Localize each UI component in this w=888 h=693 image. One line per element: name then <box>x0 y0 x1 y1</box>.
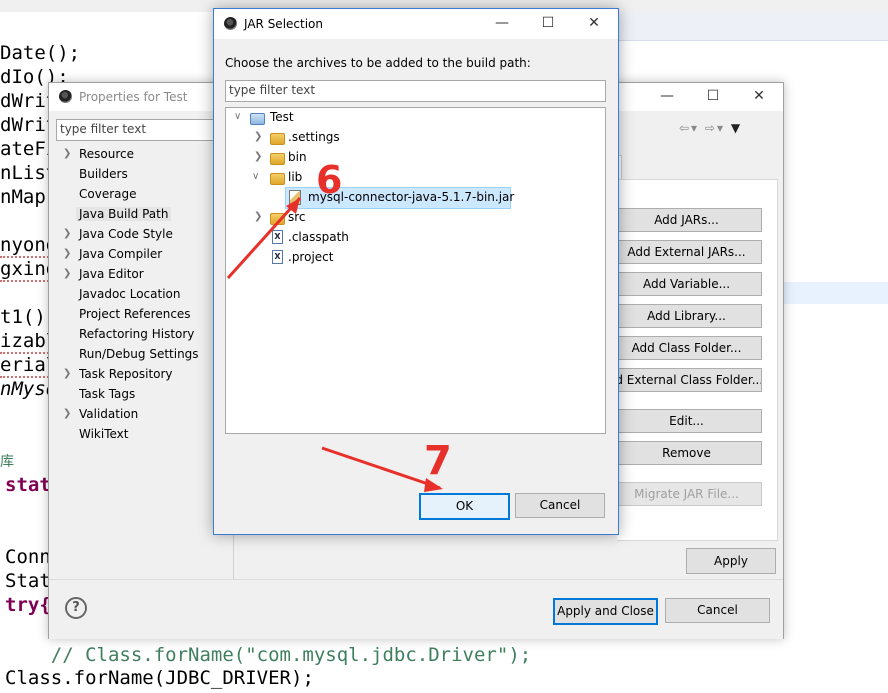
history-nav: ⇦▾ ⇨▾ ▼ <box>679 121 742 135</box>
chevron-right-icon[interactable]: ❯ <box>254 211 262 222</box>
tree-node-jar[interactable]: mysql-connector-java-5.1.7-bin.jar <box>285 187 514 209</box>
tree-node-label: lib <box>288 170 303 184</box>
maximize-icon[interactable]: ☐ <box>690 83 736 111</box>
filter-placeholder: type filter text <box>60 122 147 136</box>
minimize-icon[interactable]: — <box>644 83 690 111</box>
chevron-right-icon[interactable]: ❯ <box>63 268 71 279</box>
cancel-button[interactable]: Cancel <box>665 598 770 623</box>
apply-button[interactable]: Apply <box>686 548 776 574</box>
chevron-right-icon[interactable]: ❯ <box>63 368 71 379</box>
code-token: ); <box>291 667 314 689</box>
close-icon[interactable]: ✕ <box>571 10 617 38</box>
tree-item-label: Java Build Path <box>76 207 172 221</box>
chevron-right-icon[interactable]: ❯ <box>63 148 71 159</box>
folder-icon <box>270 133 285 145</box>
jar-selection-dialog: JAR Selection — ☐ ✕ Choose the archives … <box>213 8 619 535</box>
add-external-jars-button[interactable]: Add External JARs... <box>611 240 762 264</box>
remove-button[interactable]: Remove <box>611 441 762 465</box>
tree-node-label: Test <box>270 110 294 124</box>
xml-file-icon: X <box>272 250 283 264</box>
code-line: Date(); <box>0 42 81 64</box>
chevron-down-icon[interactable]: ∨ <box>234 111 241 122</box>
code-line: Conn <box>5 546 51 568</box>
tree-item-label: Run/Debug Settings <box>79 347 199 361</box>
code-token: forName <box>73 667 154 689</box>
chevron-right-icon[interactable]: ❯ <box>254 131 262 142</box>
tree-item-label: Task Repository <box>79 367 173 381</box>
chevron-down-icon[interactable]: ∨ <box>252 171 259 182</box>
add-variable-button[interactable]: Add Variable... <box>611 272 762 296</box>
tree-item-label: Java Compiler <box>79 247 163 261</box>
eclipse-icon <box>224 17 237 30</box>
ok-button[interactable]: OK <box>419 493 510 520</box>
apply-and-close-button[interactable]: Apply and Close <box>553 598 658 625</box>
tree-item-label: Resource <box>79 147 135 161</box>
jar-tree[interactable]: ∨ Test ❯ .settings ❯ bin ∨ lib mysql-con… <box>225 107 606 434</box>
tree-item-label: Javadoc Location <box>79 287 181 301</box>
folder-icon <box>270 173 285 185</box>
tree-node-label: .classpath <box>288 230 349 244</box>
code-comment-cjk: 库 <box>0 454 14 470</box>
tree-item-label: Java Editor <box>79 267 144 281</box>
migrate-jar-button[interactable]: Migrate JAR File... <box>611 482 762 506</box>
filter-placeholder: type filter text <box>229 83 316 97</box>
folder-icon <box>270 213 285 225</box>
tree-item-label: Builders <box>79 167 128 181</box>
xml-file-icon: X <box>272 230 283 244</box>
folder-icon <box>270 153 285 165</box>
tree-item-label: Java Code Style <box>79 227 173 241</box>
tree-item-label: Coverage <box>79 187 137 201</box>
code-token: ( <box>153 667 166 689</box>
jar-dialog-title: JAR Selection <box>244 17 323 31</box>
add-external-class-folder-button[interactable]: ld External Class Folder... <box>611 368 762 392</box>
tree-node-label: .settings <box>288 130 340 144</box>
maximize-icon[interactable]: ☐ <box>525 10 571 38</box>
add-jars-button[interactable]: Add JARs... <box>611 208 762 232</box>
tree-node-label: src <box>288 210 306 224</box>
close-icon[interactable]: ✕ <box>736 83 782 111</box>
eclipse-icon <box>59 90 72 103</box>
properties-filter-input[interactable]: type filter text <box>56 119 234 141</box>
project-icon <box>250 113 265 125</box>
add-class-folder-button[interactable]: Add Class Folder... <box>611 336 762 360</box>
code-token: JDBC_DRIVER <box>165 667 292 689</box>
tree-node-label: bin <box>288 150 307 164</box>
code-keyword: try{ <box>5 594 51 616</box>
edit-button[interactable]: Edit... <box>611 409 762 433</box>
editor-tab-strip <box>600 12 888 41</box>
chevron-right-icon[interactable]: ❯ <box>63 248 71 259</box>
chevron-right-icon[interactable]: ❯ <box>63 408 71 419</box>
add-library-button[interactable]: Add Library... <box>611 304 762 328</box>
minimize-icon[interactable]: — <box>479 10 525 38</box>
chevron-right-icon[interactable]: ❯ <box>63 228 71 239</box>
jar-file-icon <box>289 190 301 205</box>
code-line: Class.forName(JDBC_DRIVER); <box>5 666 314 690</box>
view-menu-icon[interactable]: ▼ <box>731 121 742 135</box>
cancel-button[interactable]: Cancel <box>515 493 605 518</box>
help-icon[interactable]: ? <box>65 597 87 619</box>
tree-item-label: Project References <box>79 307 191 321</box>
tree-item-label: WikiText <box>79 427 129 441</box>
current-line-highlight <box>782 282 888 304</box>
back-icon[interactable]: ⇦▾ <box>679 121 699 135</box>
jar-title-bar: JAR Selection — ☐ ✕ <box>214 9 618 39</box>
properties-title: Properties for Test <box>79 90 188 104</box>
code-keyword: stat <box>5 474 51 496</box>
tree-item-label: Refactoring History <box>79 327 195 341</box>
forward-icon[interactable]: ⇨▾ <box>705 121 725 135</box>
tree-node-label: .project <box>288 250 334 264</box>
code-comment: // Class.forName("com.mysql.jdbc.Driver"… <box>5 644 532 666</box>
code-line: Stat <box>5 570 51 592</box>
code-token: Class. <box>5 667 74 689</box>
tree-item-label: Task Tags <box>79 387 136 401</box>
tree-item-label: Validation <box>79 407 139 421</box>
jar-filter-input[interactable]: type filter text <box>225 80 606 102</box>
tree-node-label: mysql-connector-java-5.1.7-bin.jar <box>308 190 515 204</box>
chevron-right-icon[interactable]: ❯ <box>254 151 262 162</box>
jar-instruction: Choose the archives to be added to the b… <box>225 56 531 70</box>
